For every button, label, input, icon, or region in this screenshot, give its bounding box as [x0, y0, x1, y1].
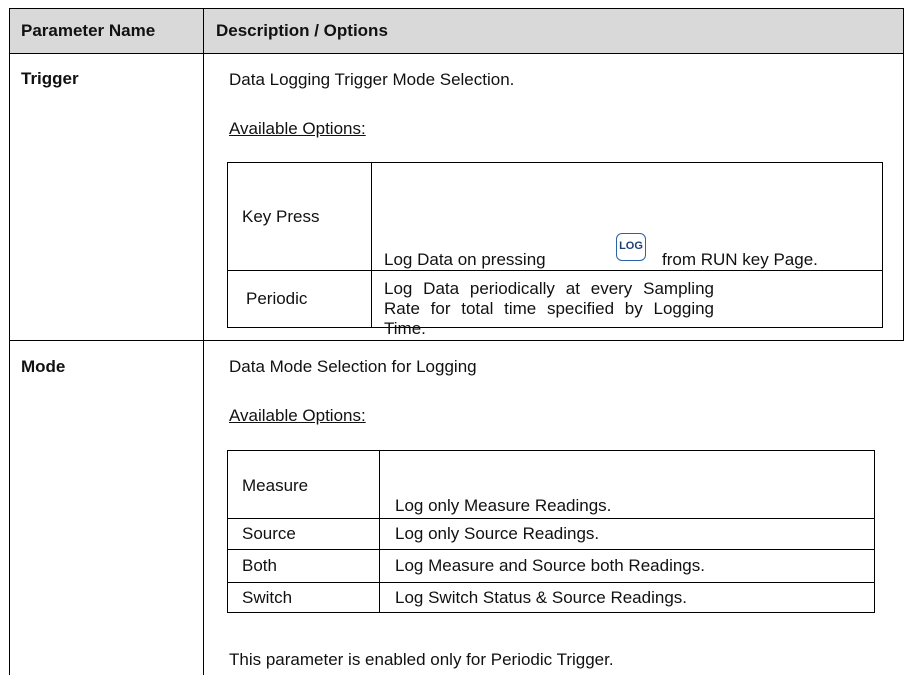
option-name-source: Source: [242, 524, 296, 543]
option-desc-periodic: Log Data periodically at every Sampling …: [384, 279, 714, 338]
option-desc-key-press-before: Log Data on pressing: [384, 250, 546, 269]
row-divider: [9, 340, 904, 341]
inner2-row3-divider: [227, 582, 875, 583]
table-border-left: [9, 8, 10, 675]
inner2-bottom: [227, 612, 875, 613]
option-name-both: Both: [242, 556, 277, 575]
inner1-left: [227, 162, 228, 328]
header-description: Description / Options: [216, 21, 388, 40]
option-desc-both: Log Measure and Source both Readings.: [395, 556, 705, 575]
param-name-mode: Mode: [21, 357, 66, 376]
inner1-top: [227, 162, 883, 163]
table-border-top: [9, 8, 904, 9]
inner2-row1-divider: [227, 518, 875, 519]
option-name-periodic: Periodic: [246, 289, 308, 308]
option-name-switch: Switch: [242, 588, 293, 607]
option-desc-source: Log only Source Readings.: [395, 524, 600, 543]
log-key-icon: LOG: [616, 233, 646, 261]
param-name-trigger: Trigger: [21, 69, 79, 88]
mode-description: Data Mode Selection for Logging: [229, 357, 477, 376]
mode-note: This parameter is enabled only for Perio…: [229, 650, 614, 669]
inner2-top: [227, 450, 875, 451]
inner2-left: [227, 450, 228, 613]
header-parameter-name: Parameter Name: [21, 21, 156, 40]
mode-options-label: Available Options:: [229, 406, 366, 425]
log-key-label: LOG: [619, 240, 643, 252]
trigger-options-label: Available Options:: [229, 119, 366, 138]
inner2-col-divider: [379, 450, 380, 613]
option-name-measure: Measure: [242, 476, 309, 495]
option-name-key-press: Key Press: [242, 207, 320, 226]
inner1-row-divider: [227, 270, 883, 271]
trigger-description: Data Logging Trigger Mode Selection.: [229, 70, 515, 89]
column-divider: [203, 8, 204, 675]
inner1-col-divider: [371, 162, 372, 328]
header-divider: [9, 53, 904, 54]
option-desc-key-press-after: from RUN key Page.: [662, 250, 818, 269]
inner1-right: [882, 162, 883, 328]
option-desc-switch: Log Switch Status & Source Readings.: [395, 588, 687, 607]
table-border-right: [903, 8, 904, 340]
inner2-right: [874, 450, 875, 613]
option-desc-measure: Log only Measure Readings.: [395, 496, 612, 515]
inner2-row2-divider: [227, 549, 875, 550]
